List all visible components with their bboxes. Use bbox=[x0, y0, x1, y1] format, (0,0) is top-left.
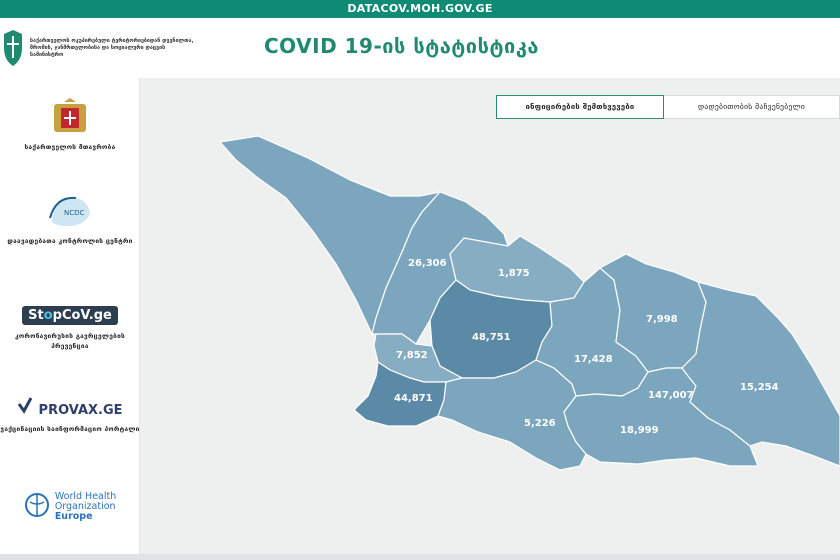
page-bottom-strip bbox=[0, 554, 840, 560]
region-count-shida-kartli: 17,428 bbox=[574, 354, 613, 365]
sidebar-item-stopcov[interactable]: StopCoV.ge კორონავირუსის გავრცელების პრე… bbox=[0, 304, 140, 351]
region-count-samegrelo-zemo-svaneti: 26,306 bbox=[408, 258, 447, 269]
sidebar-item-label: კორონავირუსის გავრცელების პრევენცია bbox=[14, 332, 126, 350]
checkmark-icon bbox=[18, 397, 33, 414]
georgia-region-map: 26,306 1,875 48,751 7,852 44,871 5,226 1… bbox=[218, 135, 840, 471]
partner-sidebar: საქართველოს მთავრობა NCDC დაავადებათა კო… bbox=[0, 18, 140, 560]
tab-positivity-rate[interactable]: დადებითობის მაჩვენებელი bbox=[664, 95, 840, 119]
sidebar-item-provax[interactable]: PROVAX.GE ვაქცინაციის საინფორმაციო პორტა… bbox=[0, 396, 140, 434]
site-url-bar[interactable]: DATACOV.MOH.GOV.GE bbox=[0, 0, 840, 18]
region-count-racha-lechkhumi: 1,875 bbox=[498, 268, 530, 279]
ministry-emblem-icon bbox=[4, 30, 22, 66]
ministry-logo[interactable]: საქართველოს ოკუპირებული ტერიტორიებიდან დ… bbox=[0, 18, 204, 78]
stopcov-logo: StopCoV.ge bbox=[22, 306, 118, 325]
sidebar-item-label: დაავადებათა კონტროლის ცენტრი bbox=[7, 237, 133, 245]
region-count-mtskheta-mtianeti: 7,998 bbox=[646, 314, 678, 325]
region-count-imereti: 48,751 bbox=[472, 332, 511, 343]
region-count-tbilisi: 147,007 bbox=[648, 390, 694, 401]
region-count-kvemo-kartli: 18,999 bbox=[620, 425, 659, 436]
page-title: COVID 19-ის სტატისტიკა bbox=[264, 34, 539, 58]
sidebar-item-label: საქართველოს მთავრობა bbox=[24, 143, 116, 151]
sidebar-item-label: ვაქცინაციის საინფორმაციო პორტალი bbox=[0, 425, 140, 433]
ministry-name: საქართველოს ოკუპირებული ტერიტორიებიდან დ… bbox=[30, 37, 194, 58]
sidebar-item-who[interactable]: World Health Organization Europe bbox=[0, 492, 140, 523]
who-emblem-icon bbox=[24, 493, 49, 517]
region-count-adjara: 44,871 bbox=[394, 393, 433, 404]
region-count-kakheti: 15,254 bbox=[740, 382, 779, 393]
sidebar-item-ncdc[interactable]: NCDC დაავადებათა კონტროლის ცენტრი bbox=[0, 192, 140, 246]
tab-infection-cases[interactable]: ინფიცირების შემთხვევები bbox=[496, 95, 664, 119]
provax-logo: PROVAX.GE bbox=[0, 396, 140, 418]
ncdc-logo-icon: NCDC bbox=[49, 196, 90, 226]
page-header: COVID 19-ის სტატისტიკა bbox=[204, 18, 840, 78]
region-count-samtskhe-javakheti: 5,226 bbox=[524, 418, 556, 429]
region-count-guria: 7,852 bbox=[396, 350, 428, 361]
sidebar-item-government[interactable]: საქართველოს მთავრობა bbox=[0, 98, 140, 152]
who-logo: World Health Organization Europe bbox=[54, 491, 117, 522]
ncdc-logo-text: NCDC bbox=[64, 209, 85, 217]
government-coat-of-arms-icon bbox=[54, 98, 86, 132]
